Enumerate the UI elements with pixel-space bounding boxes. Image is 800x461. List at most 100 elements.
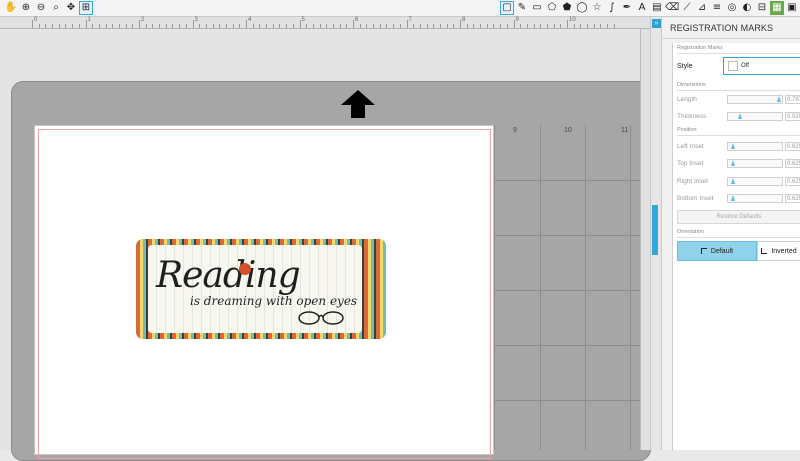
flower-icon	[239, 263, 251, 275]
ruler-tick	[205, 24, 207, 28]
text-icon[interactable]: A	[635, 1, 649, 15]
measure-icon[interactable]: ⊿	[695, 1, 709, 15]
ruler-tick	[607, 24, 609, 28]
section-dimensions: Dimensions	[677, 82, 800, 91]
trace-icon[interactable]: ⊟	[755, 1, 769, 15]
ruler-tick	[45, 24, 47, 28]
style-select[interactable]: Off	[723, 57, 800, 75]
store-icon[interactable]: ▣	[785, 1, 799, 15]
pen-icon[interactable]: ✒	[620, 1, 634, 15]
ruler-number: 7	[408, 17, 412, 23]
ruler-tick	[266, 24, 268, 28]
bottom-inset-thumb[interactable]	[730, 195, 735, 201]
ruler-tick	[286, 24, 288, 28]
grid-line	[495, 290, 641, 291]
length-slider-thumb[interactable]	[777, 96, 782, 102]
pentagon-icon[interactable]: ⬟	[560, 1, 574, 15]
ruler-tick	[433, 24, 435, 28]
ruler-tick	[139, 20, 140, 28]
ruler-tick	[105, 24, 107, 28]
panel-scrollbar[interactable]	[652, 205, 658, 255]
knife-icon[interactable]: ⟋	[680, 1, 694, 15]
thickness-slider[interactable]	[727, 112, 783, 121]
zoom-out-icon[interactable]: ⊖	[34, 1, 48, 15]
design-canvas[interactable]: 9 10 11 Reading is dreaming with open ey…	[0, 29, 651, 461]
mat-grid: 9 10 11	[494, 125, 641, 450]
ruler-tick	[179, 24, 181, 28]
reading-label-design[interactable]: Reading is dreaming with open eyes	[136, 239, 386, 339]
corner-mark-icon	[700, 248, 707, 254]
weld-icon[interactable]: ◐	[740, 1, 754, 15]
ruler-tick	[199, 24, 201, 28]
ruler-tick	[159, 24, 161, 28]
ruler-tick	[366, 24, 368, 28]
zoom-in-icon[interactable]: ⊕	[19, 1, 33, 15]
eraser-icon[interactable]: ⌫	[665, 1, 679, 15]
right-inset-thumb[interactable]	[730, 178, 735, 184]
restore-defaults-button[interactable]: Restore Defaults	[677, 210, 800, 224]
ruler-tick	[319, 24, 321, 28]
rectangle-icon[interactable]: ▭	[530, 1, 544, 15]
pan-icon[interactable]: ✥	[64, 1, 78, 15]
bottom-inset-value[interactable]: 0.625	[785, 194, 800, 203]
ruler-tick	[353, 20, 354, 28]
view-tools: ✋ ⊕ ⊖ ⌕ ✥ ⊞	[4, 1, 93, 15]
align-icon[interactable]: ≡	[710, 1, 724, 15]
offset-icon[interactable]: ◎	[725, 1, 739, 15]
ruler-number: 9	[515, 17, 519, 23]
length-slider[interactable]	[727, 95, 783, 104]
ruler-number: 6	[355, 17, 359, 23]
right-inset-slider[interactable]	[727, 177, 783, 186]
ruler-tick	[439, 24, 441, 28]
top-inset-value[interactable]: 0.625	[785, 159, 800, 168]
ruler-tick	[419, 24, 421, 28]
horizontal-ruler: 0 1 2 3 4 5 6 7 8 9 10	[0, 17, 650, 29]
ruler-tick	[212, 24, 214, 28]
ruler-tick	[446, 24, 448, 28]
ruler-tick	[567, 20, 568, 28]
ellipse-icon[interactable]: ◯	[575, 1, 589, 15]
hand-icon[interactable]: ✋	[4, 1, 18, 15]
polygon-icon[interactable]: ⬠	[545, 1, 559, 15]
ruler-tick	[232, 24, 234, 28]
top-inset-slider[interactable]	[727, 159, 783, 168]
length-value[interactable]: 0.787	[785, 95, 800, 104]
orientation-inverted-label: Inverted	[771, 247, 797, 255]
left-inset-value[interactable]: 0.625	[785, 142, 800, 151]
ruler-number: 3	[194, 17, 198, 23]
ruler-tick	[580, 24, 582, 28]
curve-icon[interactable]: ∫	[605, 1, 619, 15]
orientation-default-button[interactable]: Default	[677, 241, 757, 261]
ruler-tick	[272, 24, 274, 28]
ruler-tick	[480, 24, 482, 28]
left-inset-row: Left Inset 0.625	[677, 140, 800, 152]
ruler-tick	[533, 24, 535, 28]
ruler-tick	[506, 24, 508, 28]
zoom-box-icon[interactable]: ⌕	[49, 1, 63, 15]
top-inset-label: Top Inset	[677, 159, 704, 167]
ruler-tick	[520, 24, 522, 28]
left-inset-slider[interactable]	[727, 142, 783, 151]
ruler-tick	[600, 24, 602, 28]
thickness-value[interactable]: 0.020	[785, 112, 800, 121]
ruler-tick	[526, 24, 528, 28]
left-inset-thumb[interactable]	[730, 143, 735, 149]
top-inset-thumb[interactable]	[730, 160, 735, 166]
library-icon[interactable]: ▦	[770, 1, 784, 15]
ruler-tick	[219, 24, 221, 28]
length-label: Length	[677, 95, 697, 103]
bottom-inset-slider[interactable]	[727, 194, 783, 203]
ruler-tick	[192, 20, 194, 28]
orientation-inverted-button[interactable]: Inverted	[757, 241, 800, 261]
right-inset-value[interactable]: 0.625	[785, 177, 800, 186]
vertical-ruler	[640, 29, 650, 450]
thickness-slider-thumb[interactable]	[738, 113, 743, 119]
ruler-tick	[453, 24, 455, 28]
draw-icon[interactable]: ✎	[515, 1, 529, 15]
page-setup-icon[interactable]: ▢	[500, 1, 514, 15]
star-icon[interactable]: ☆	[590, 1, 604, 15]
fill-icon[interactable]: ▤	[650, 1, 664, 15]
ruler-tick	[85, 20, 87, 28]
collapse-icon[interactable]: »	[652, 19, 661, 28]
fit-icon[interactable]: ⊞	[79, 1, 93, 15]
